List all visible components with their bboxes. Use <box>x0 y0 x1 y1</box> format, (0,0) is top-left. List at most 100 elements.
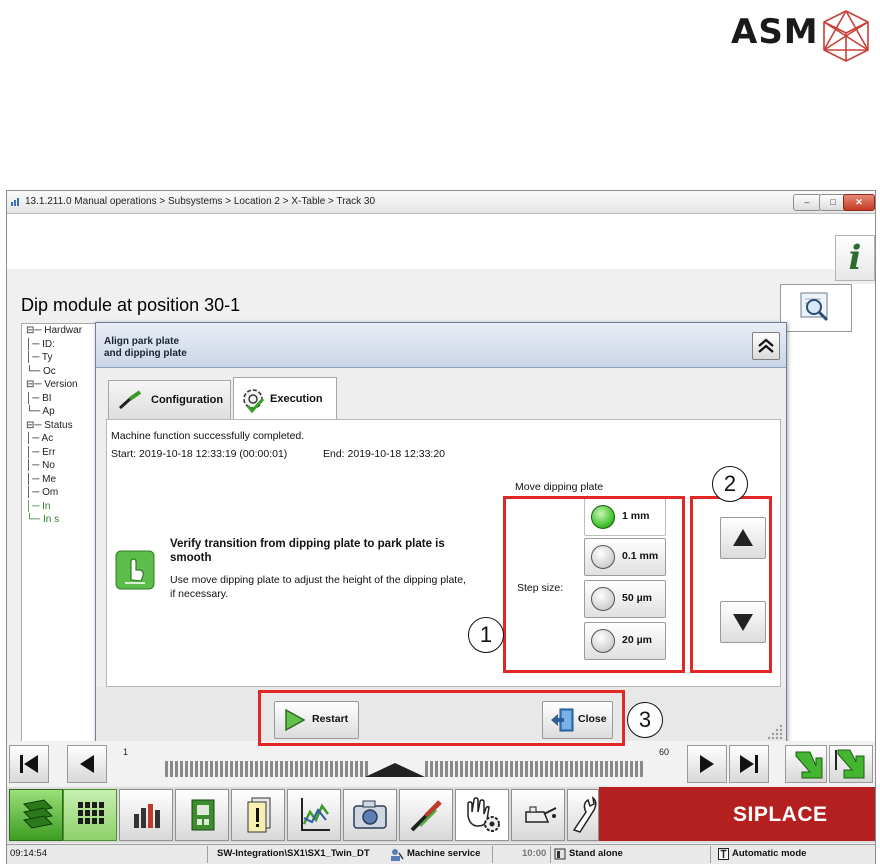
timeline-tick <box>625 761 628 777</box>
timeline-tick <box>200 761 203 777</box>
timeline-tick <box>445 761 448 777</box>
timeline-tick <box>545 761 548 777</box>
step-size-highlight <box>503 496 685 673</box>
info-button[interactable]: i <box>835 235 875 281</box>
toolbar-chart-button[interactable] <box>287 789 341 841</box>
timeline-tick <box>280 761 283 777</box>
timeline-tick <box>495 761 498 777</box>
toolbar-stack-button[interactable] <box>9 789 63 841</box>
screwdriver-tool-icon <box>410 800 442 832</box>
close-window-button[interactable]: ✕ <box>843 194 875 211</box>
timeline-start-label: 1 <box>123 747 129 757</box>
toolbar-manual-operations-button[interactable] <box>455 789 509 841</box>
resize-grip-icon[interactable] <box>766 723 784 741</box>
timeline-tick <box>525 761 528 777</box>
timeline-tick <box>350 761 353 777</box>
timeline-tick <box>170 761 173 777</box>
tab-execution[interactable]: Execution <box>233 377 337 420</box>
status-message: Machine function successfully completed. <box>111 430 305 442</box>
timeline-tick <box>485 761 488 777</box>
timeline-tick <box>245 761 248 777</box>
stack-icon <box>22 799 54 829</box>
timeline-tick <box>205 761 208 777</box>
skip-last-icon <box>740 755 758 773</box>
timeline-tick <box>500 761 503 777</box>
toolbar-bars-button[interactable] <box>119 789 173 841</box>
timeline-tick <box>305 761 308 777</box>
content-top <box>7 214 875 269</box>
green-arrow-button[interactable] <box>785 745 827 783</box>
next-button[interactable] <box>687 745 727 783</box>
green-arrow-button-2[interactable] <box>829 745 873 783</box>
timeline-tick <box>550 761 553 777</box>
toolbar-camera-button[interactable] <box>343 789 397 841</box>
timeline-tick <box>515 761 518 777</box>
status-automatic-mode: Automatic mode <box>732 848 807 859</box>
timeline-tick <box>225 761 228 777</box>
instruction-body: Use move dipping plate to adjust the hei… <box>170 574 466 600</box>
status-time: 09:14:54 <box>10 848 47 859</box>
timeline-tick <box>260 761 263 777</box>
timeline-tick <box>490 761 493 777</box>
timeline-tick <box>240 761 243 777</box>
footer-buttons-highlight <box>258 690 625 746</box>
timeline-tick <box>255 761 258 777</box>
next-icon <box>700 755 714 773</box>
status-mode: Machine service <box>407 848 481 859</box>
move-buttons-highlight <box>690 496 772 673</box>
timeline-tick <box>310 761 313 777</box>
timeline-tick <box>190 761 193 777</box>
app-icon <box>11 198 19 206</box>
alert-document-icon <box>247 797 271 833</box>
asm-logo-text: ASM <box>731 12 819 52</box>
status-separator <box>492 846 493 863</box>
timeline-tick <box>580 761 583 777</box>
timeline-tick <box>315 761 318 777</box>
timeline-tick <box>250 761 253 777</box>
previous-button[interactable] <box>67 745 107 783</box>
timeline-position-marker[interactable] <box>365 763 425 777</box>
timeline-tick <box>425 761 428 777</box>
timeline-tick <box>640 761 643 777</box>
timeline-tick <box>175 761 178 777</box>
line-chart-icon <box>301 798 330 831</box>
timeline-tick <box>230 761 233 777</box>
timeline-tick <box>195 761 198 777</box>
timeline-tick <box>605 761 608 777</box>
timeline-tick <box>180 761 183 777</box>
timeline-tick <box>590 761 593 777</box>
instruction-title: Verify transition from dipping plate to … <box>170 538 445 564</box>
toolbar-board-button[interactable] <box>175 789 229 841</box>
side-panel <box>780 284 875 744</box>
collapse-button[interactable] <box>752 332 780 360</box>
timeline-tick <box>600 761 603 777</box>
status-path: SW-Integration\SX1\SX1_Twin_DT <box>217 848 370 859</box>
timeline-track[interactable] <box>125 759 685 779</box>
timeline-tick <box>620 761 623 777</box>
toolbar-service-button[interactable] <box>567 789 599 841</box>
search-tab[interactable] <box>780 284 852 332</box>
timeline-tick <box>630 761 633 777</box>
timeline-tick <box>220 761 223 777</box>
timeline-tick <box>430 761 433 777</box>
timeline-tick <box>530 761 533 777</box>
timeline-tick <box>585 761 588 777</box>
timeline-tick <box>555 761 558 777</box>
minimize-button[interactable]: – <box>793 194 821 211</box>
status-separator <box>550 846 551 863</box>
timeline-tick <box>270 761 273 777</box>
timeline-tick <box>540 761 543 777</box>
timeline-tick <box>520 761 523 777</box>
gear-check-icon <box>243 389 265 414</box>
last-button[interactable] <box>729 745 769 783</box>
timeline-tick <box>560 761 563 777</box>
camera-icon <box>353 800 387 829</box>
toolbar-grid-button[interactable] <box>63 789 117 841</box>
toolbar-oil-button[interactable] <box>511 789 565 841</box>
double-chevron-up-icon <box>758 338 774 353</box>
first-button[interactable] <box>9 745 49 783</box>
toolbar-alert-button[interactable] <box>231 789 285 841</box>
page-title: Dip module at position 30-1 <box>21 295 241 315</box>
toolbar-tools-button[interactable] <box>399 789 453 841</box>
tab-configuration[interactable]: Configuration <box>108 380 231 419</box>
